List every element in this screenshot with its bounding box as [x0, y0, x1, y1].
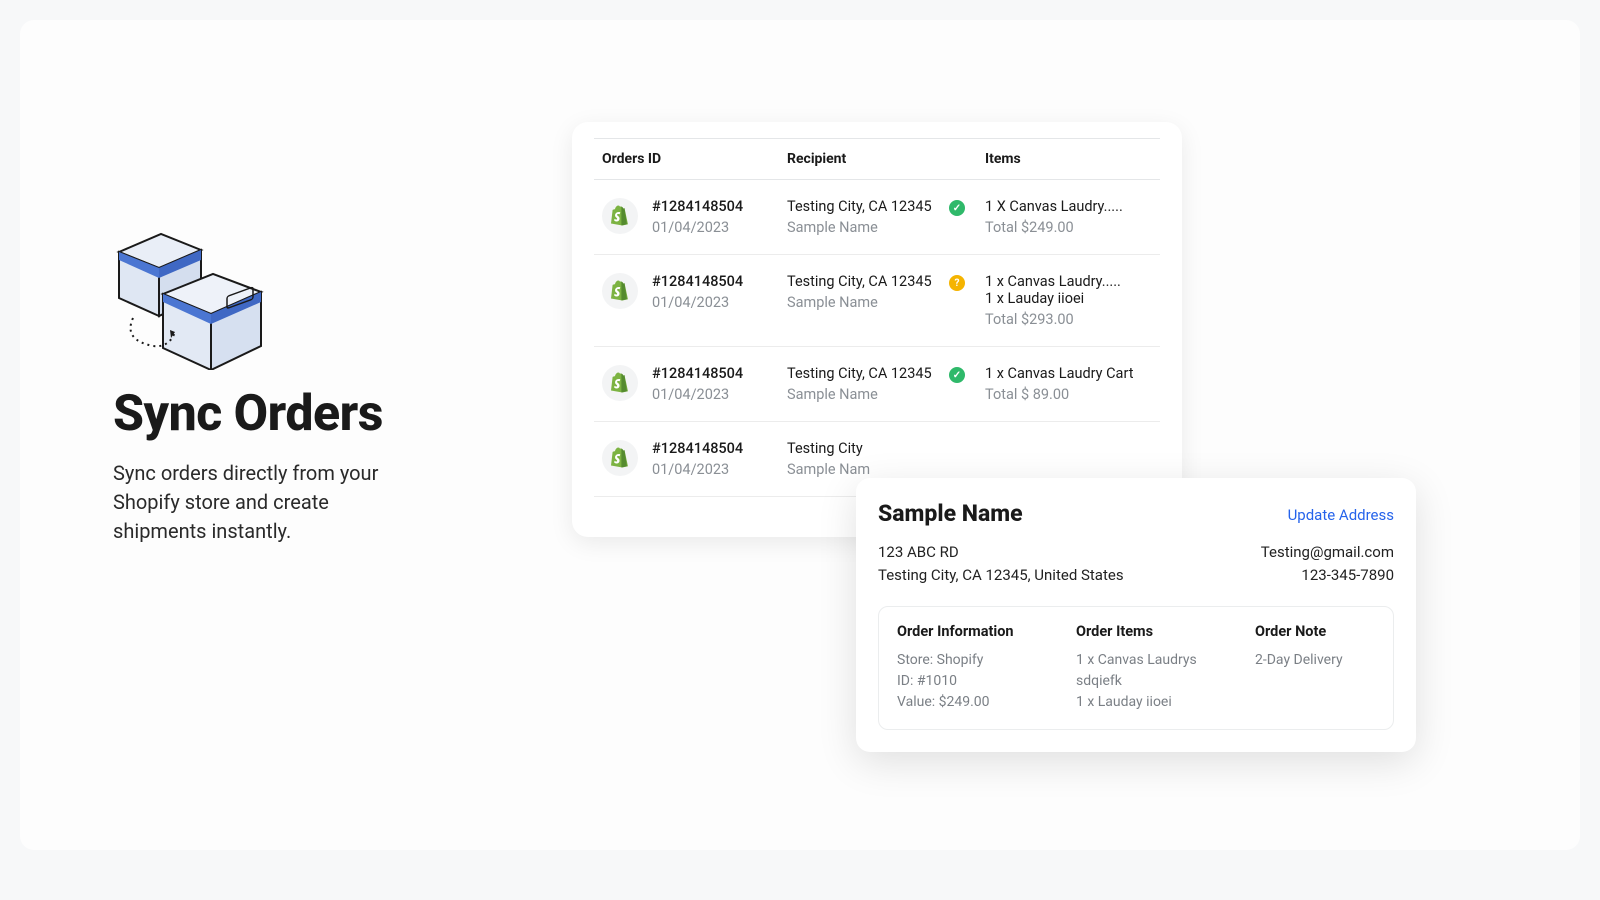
table-row[interactable]: #1284148504 01/04/2023 Testing City, CA …: [594, 347, 1160, 422]
table-row[interactable]: #1284148504 01/04/2023 Testing City, CA …: [594, 255, 1160, 347]
recipient-name: Sample Name: [787, 219, 943, 236]
page-subtitle: Sync orders directly from your Shopify s…: [113, 459, 423, 546]
status-badge: ✓: [949, 200, 965, 216]
detail-contact: Testing@gmail.com 123-345-7890: [1261, 541, 1394, 588]
order-information: Order Information Store: Shopify ID: #10…: [897, 623, 1052, 713]
item-line: 1 x Lauday iioei: [985, 290, 1152, 307]
update-address-link[interactable]: Update Address: [1288, 506, 1394, 524]
item-total: Total $249.00: [985, 219, 1152, 236]
status-badge: [949, 442, 965, 458]
recipient-address: Testing City: [787, 440, 943, 457]
status-badge: ?: [949, 275, 965, 291]
boxes-icon: [113, 220, 273, 370]
item-total: Total $293.00: [985, 311, 1152, 328]
recipient-name: Sample Nam: [787, 461, 943, 478]
shopify-icon: [602, 198, 638, 234]
col-header-recipient: Recipient: [787, 151, 985, 167]
recipient-address: Testing City, CA 12345: [787, 365, 943, 382]
status-badge: ✓: [949, 367, 965, 383]
recipient-address: Testing City, CA 12345: [787, 273, 943, 290]
order-id: #1284148504: [652, 365, 787, 382]
item-total: Total $ 89.00: [985, 386, 1152, 403]
hero-panel: Sync Orders Sync orders directly from yo…: [113, 220, 493, 546]
item-line: 1 X Canvas Laudry.....: [985, 198, 1152, 215]
info-panel: Order Information Store: Shopify ID: #10…: [878, 606, 1394, 730]
order-date: 01/04/2023: [652, 386, 787, 403]
order-id: #1284148504: [652, 273, 787, 290]
shopify-icon: [602, 365, 638, 401]
detail-card: Sample Name Update Address 123 ABC RD Te…: [856, 478, 1416, 752]
order-date: 01/04/2023: [652, 461, 787, 478]
orders-card: Orders ID Recipient Items #1284148504 01…: [572, 122, 1182, 537]
page-title: Sync Orders: [113, 388, 493, 441]
order-date: 01/04/2023: [652, 219, 787, 236]
order-items: Order Items 1 x Canvas Laudrys sdqiefk 1…: [1076, 623, 1231, 713]
shopify-icon: [602, 440, 638, 476]
recipient-address: Testing City, CA 12345: [787, 198, 943, 215]
item-line: 1 x Canvas Laudry Cart: [985, 365, 1152, 382]
order-id: #1284148504: [652, 440, 787, 457]
recipient-name: Sample Name: [787, 294, 943, 311]
col-header-orders: Orders ID: [602, 151, 787, 167]
order-id: #1284148504: [652, 198, 787, 215]
detail-name: Sample Name: [878, 500, 1023, 527]
item-line: 1 x Canvas Laudry.....: [985, 273, 1152, 290]
order-date: 01/04/2023: [652, 294, 787, 311]
shopify-icon: [602, 273, 638, 309]
col-header-items: Items: [985, 151, 1152, 167]
orders-header: Orders ID Recipient Items: [594, 138, 1160, 180]
detail-address: 123 ABC RD Testing City, CA 12345, Unite…: [878, 541, 1124, 588]
recipient-name: Sample Name: [787, 386, 943, 403]
order-note: Order Note 2-Day Delivery: [1255, 623, 1375, 713]
table-row[interactable]: #1284148504 01/04/2023 Testing City, CA …: [594, 180, 1160, 255]
